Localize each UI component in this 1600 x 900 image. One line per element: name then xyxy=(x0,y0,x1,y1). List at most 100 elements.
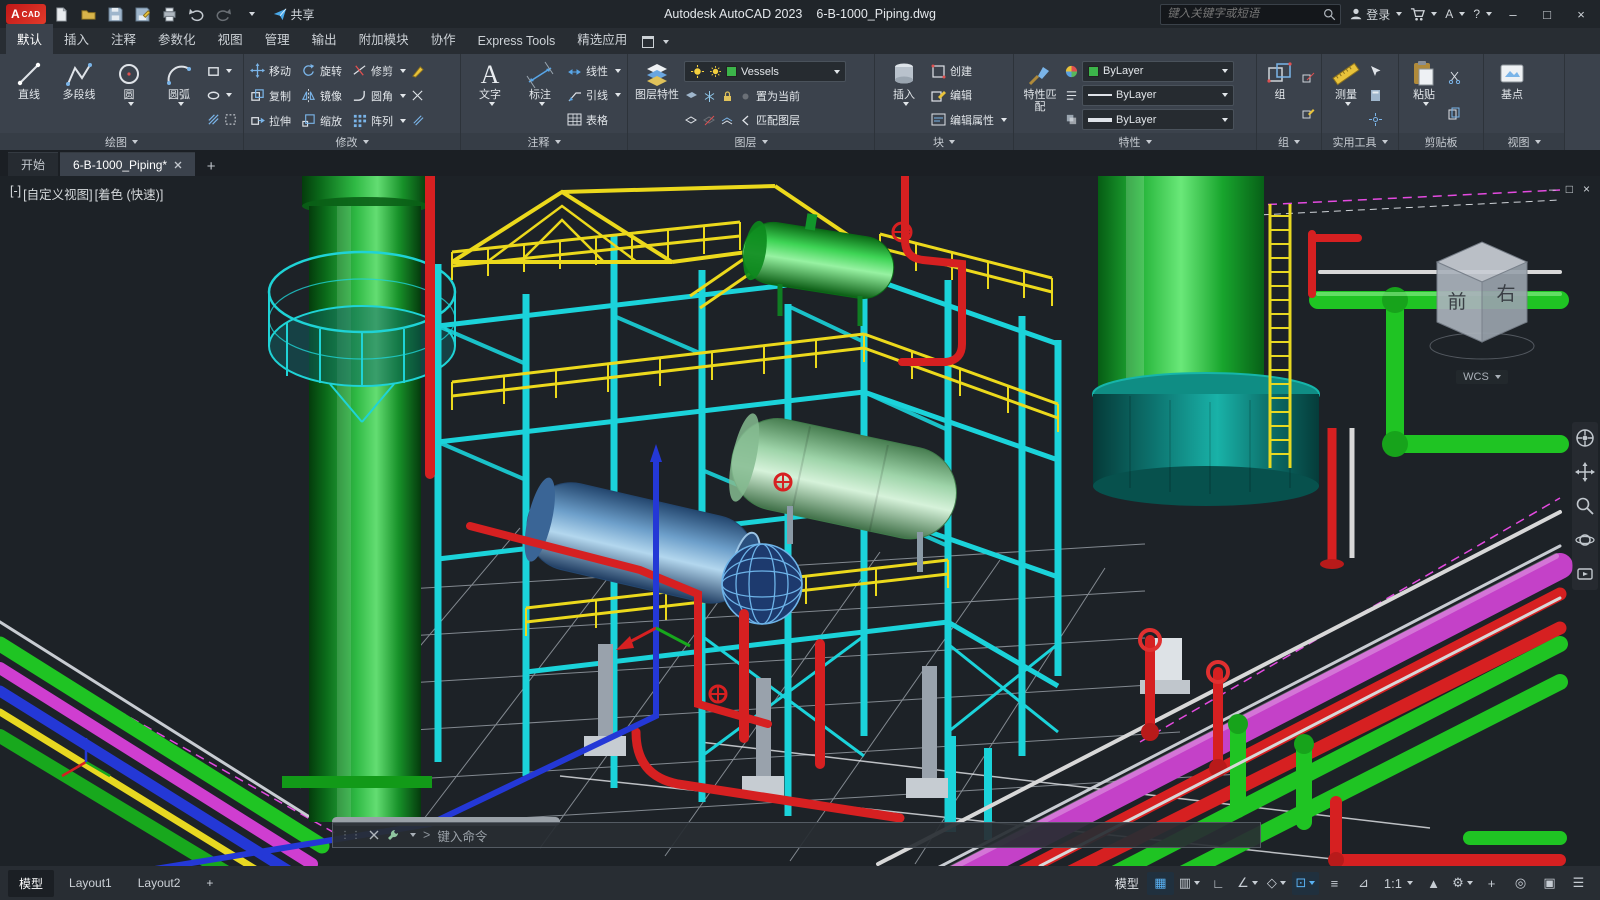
model-3d-view[interactable] xyxy=(0,176,1600,866)
autodesk-apps-button[interactable]: A xyxy=(1445,7,1466,21)
layer-walk-icon[interactable] xyxy=(720,113,734,127)
object-snap-icon[interactable]: ⊡ xyxy=(1291,871,1319,895)
close-button[interactable]: × xyxy=(1568,3,1594,25)
dimension-tool[interactable]: 标注 xyxy=(517,58,563,133)
object-color-combo[interactable]: ByLayer xyxy=(1082,60,1234,82)
redo-icon[interactable] xyxy=(213,4,235,24)
new-file-icon[interactable] xyxy=(51,4,73,24)
polyline-tool[interactable]: 多段线 xyxy=(56,58,102,133)
line-tool[interactable]: 直线 xyxy=(6,58,52,133)
boundary-tool-icon[interactable] xyxy=(223,113,237,127)
copy-tool[interactable]: 复制 xyxy=(250,83,291,108)
cut-icon[interactable] xyxy=(1447,70,1461,84)
panel-block-foot[interactable]: 块 xyxy=(875,133,1013,150)
model-layout-tab[interactable]: 模型 xyxy=(8,869,55,897)
grid-icon[interactable]: ▦ xyxy=(1146,871,1174,895)
lineweight-display-icon[interactable]: ≡ xyxy=(1321,872,1348,895)
vessel-left-column[interactable] xyxy=(302,176,428,822)
visual-style-control[interactable]: [着色 (快速)] xyxy=(95,184,164,203)
insert-block-tool[interactable]: 插入 xyxy=(881,58,927,133)
annotation-monitor-icon[interactable]: + xyxy=(1478,872,1505,895)
save-icon[interactable] xyxy=(105,4,127,24)
panel-groups-foot[interactable]: 组 xyxy=(1257,133,1321,150)
measure-tool[interactable]: 测量 xyxy=(1328,58,1364,133)
wcs-menu[interactable]: WCS xyxy=(1456,370,1508,384)
text-tool[interactable]: A 文字 xyxy=(467,58,513,133)
vp-restore-icon[interactable]: □ xyxy=(1566,182,1573,196)
transparency-icon[interactable] xyxy=(1064,113,1078,127)
quick-calc-icon[interactable] xyxy=(1368,88,1382,102)
match-layer-button[interactable]: 匹配图层 xyxy=(756,112,800,128)
ribbon-collapse-caret-icon[interactable] xyxy=(663,40,670,44)
panel-modify-foot[interactable]: 修改 xyxy=(244,133,460,150)
array-tool[interactable]: 阵列 xyxy=(352,108,406,133)
hatch-tool-icon[interactable] xyxy=(206,113,220,127)
zoom-icon[interactable] xyxy=(1575,496,1595,516)
qat-customize-caret-icon[interactable] xyxy=(240,4,262,24)
model-space-indicator[interactable]: 模型 xyxy=(1115,875,1139,892)
viewport-minimize-control[interactable]: [-] xyxy=(10,184,21,203)
vp-close-icon[interactable]: × xyxy=(1583,182,1590,196)
clean-screen-icon[interactable]: ▣ xyxy=(1536,872,1563,895)
command-line[interactable]: ⋮⋮ > 键入命令 xyxy=(332,822,1261,848)
scale-tool[interactable]: 缩放 xyxy=(301,108,342,133)
arc-tool[interactable]: 圆弧 xyxy=(156,58,202,133)
explode-tool-icon[interactable] xyxy=(410,88,424,102)
file-tab-document[interactable]: 6-B-1000_Piping* xyxy=(60,152,196,176)
search-icon[interactable] xyxy=(1323,8,1336,21)
dynamic-ucs-icon[interactable]: ⊿ xyxy=(1350,872,1377,895)
panel-draw-foot[interactable]: 绘图 xyxy=(0,133,243,150)
layer-unisolate-icon[interactable] xyxy=(702,113,716,127)
group-tool[interactable]: 组 xyxy=(1263,58,1297,133)
command-input[interactable]: 键入命令 xyxy=(437,826,487,845)
stretch-tool[interactable]: 拉伸 xyxy=(250,108,291,133)
offset-tool-icon[interactable] xyxy=(410,113,424,127)
ribbon-tab-insert[interactable]: 插入 xyxy=(53,24,100,54)
layer-isolate-icon[interactable] xyxy=(684,113,698,127)
workspace-switching-icon[interactable]: ⚙ xyxy=(1449,872,1476,895)
erase-tool-icon[interactable] xyxy=(410,64,424,78)
viewcube[interactable]: 前 右 WCS xyxy=(1426,234,1538,385)
layer-off-icon[interactable] xyxy=(738,89,752,103)
layer-freeze-icon[interactable] xyxy=(702,89,716,103)
layer-select-combo[interactable]: Vessels xyxy=(684,61,846,83)
color-wheel-icon[interactable] xyxy=(1064,64,1078,78)
copy-clip-icon[interactable] xyxy=(1447,107,1461,121)
panel-annotation-foot[interactable]: 注释 xyxy=(461,133,627,150)
ribbon-tab-home[interactable]: 默认 xyxy=(6,24,54,54)
command-close-icon[interactable] xyxy=(369,830,379,840)
snap-icon[interactable]: ▥ xyxy=(1176,872,1203,895)
ribbon-tab-view[interactable]: 视图 xyxy=(207,24,254,54)
autocad-logo-icon[interactable]: A CAD xyxy=(6,4,46,24)
command-recent-caret-icon[interactable] xyxy=(410,833,416,837)
share-button[interactable]: 共享 xyxy=(267,4,321,24)
layer-properties-tool[interactable]: 图层特性 xyxy=(634,58,680,133)
rotate-tool[interactable]: 旋转 xyxy=(301,58,342,83)
store-cart-icon[interactable] xyxy=(1410,7,1438,22)
lineweight-combo[interactable]: ByLayer xyxy=(1082,109,1234,131)
vessel-green-top[interactable] xyxy=(738,204,900,326)
open-folder-icon[interactable] xyxy=(78,4,100,24)
orbit-icon[interactable] xyxy=(1575,530,1595,550)
linetype-combo[interactable]: ByLayer xyxy=(1082,84,1234,106)
ribbon-tab-output[interactable]: 输出 xyxy=(301,24,348,54)
layer-lock-icon[interactable] xyxy=(720,89,734,103)
help-button[interactable]: ? xyxy=(1473,7,1492,21)
fillet-tool[interactable]: 圆角 xyxy=(352,83,406,108)
set-current-layer-button[interactable]: 置为当前 xyxy=(756,88,800,104)
plot-icon[interactable] xyxy=(159,4,181,24)
ellipse-tool-icon[interactable] xyxy=(206,88,220,102)
ribbon-display-icon[interactable] xyxy=(642,36,655,48)
graphics-performance-icon[interactable]: ▲ xyxy=(1420,872,1447,895)
ribbon-tab-annotate[interactable]: 注释 xyxy=(100,24,147,54)
drawing-viewport[interactable]: [-] [自定义视图] [着色 (快速)] – □ × 前 右 WCS ⋮⋮ >… xyxy=(0,176,1600,866)
linear-dim-tool[interactable]: 线性 xyxy=(567,62,621,81)
save-as-icon[interactable] xyxy=(132,4,154,24)
ellipse-caret-icon[interactable] xyxy=(226,93,232,98)
annotation-scale-control[interactable]: 1:1 xyxy=(1379,872,1418,895)
edit-attributes-tool[interactable]: 编辑属性 xyxy=(931,110,1007,129)
view-control[interactable]: [自定义视图] xyxy=(23,184,92,203)
circle-tool[interactable]: 圆 xyxy=(106,58,152,133)
trim-tool[interactable]: 修剪 xyxy=(352,58,406,83)
ribbon-tab-parametric[interactable]: 参数化 xyxy=(147,24,207,54)
